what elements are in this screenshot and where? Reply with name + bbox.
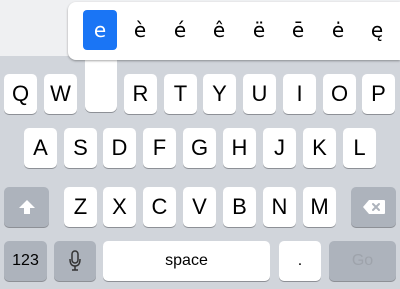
key-r[interactable]: R [124, 74, 157, 114]
key-a[interactable]: A [24, 128, 57, 168]
key-g[interactable]: G [183, 128, 216, 168]
key-b[interactable]: B [223, 187, 256, 227]
key-v[interactable]: V [183, 187, 216, 227]
key-s[interactable]: S [64, 128, 97, 168]
key-o[interactable]: O [323, 74, 356, 114]
key-l[interactable]: L [343, 128, 376, 168]
key-p[interactable]: P [362, 74, 395, 114]
accent-option-e-macron[interactable]: ē [281, 10, 315, 50]
key-i[interactable]: I [283, 74, 316, 114]
shift-icon [18, 199, 36, 215]
accent-option-e[interactable]: e [83, 10, 117, 50]
key-h[interactable]: H [223, 128, 256, 168]
accent-option-e-circumflex[interactable]: ê [202, 10, 236, 50]
accent-option-e-ogonek[interactable]: ę [360, 10, 394, 50]
period-key[interactable]: . [279, 241, 321, 281]
space-key[interactable]: space [103, 241, 270, 281]
shift-key[interactable] [4, 187, 49, 227]
key-y[interactable]: Y [203, 74, 236, 114]
key-j[interactable]: J [263, 128, 296, 168]
key-d[interactable]: D [103, 128, 136, 168]
key-u[interactable]: U [243, 74, 276, 114]
microphone-icon [68, 250, 82, 272]
key-x[interactable]: X [103, 187, 136, 227]
accent-option-e-diaeresis[interactable]: ë [242, 10, 276, 50]
key-m[interactable]: M [303, 187, 336, 227]
key-k[interactable]: K [303, 128, 336, 168]
key-f[interactable]: F [143, 128, 176, 168]
dictation-key[interactable] [54, 241, 96, 281]
numbers-key[interactable]: 123 [4, 241, 47, 281]
key-t[interactable]: T [164, 74, 197, 114]
accent-option-e-dot[interactable]: ė [321, 10, 355, 50]
accent-option-e-acute[interactable]: é [163, 10, 197, 50]
backspace-icon [362, 199, 386, 215]
accent-popup: e è é ê ë ē ė ę [68, 2, 400, 60]
keyboard: Q W R T Y U I O P A S D F G H J K L Z X … [0, 56, 400, 289]
key-q[interactable]: Q [4, 74, 37, 114]
key-z[interactable]: Z [64, 187, 97, 227]
go-key[interactable]: Go [329, 241, 396, 281]
key-w[interactable]: W [44, 74, 77, 114]
accent-option-e-grave[interactable]: è [123, 10, 157, 50]
key-c[interactable]: C [143, 187, 176, 227]
backspace-key[interactable] [351, 187, 396, 227]
key-n[interactable]: N [263, 187, 296, 227]
